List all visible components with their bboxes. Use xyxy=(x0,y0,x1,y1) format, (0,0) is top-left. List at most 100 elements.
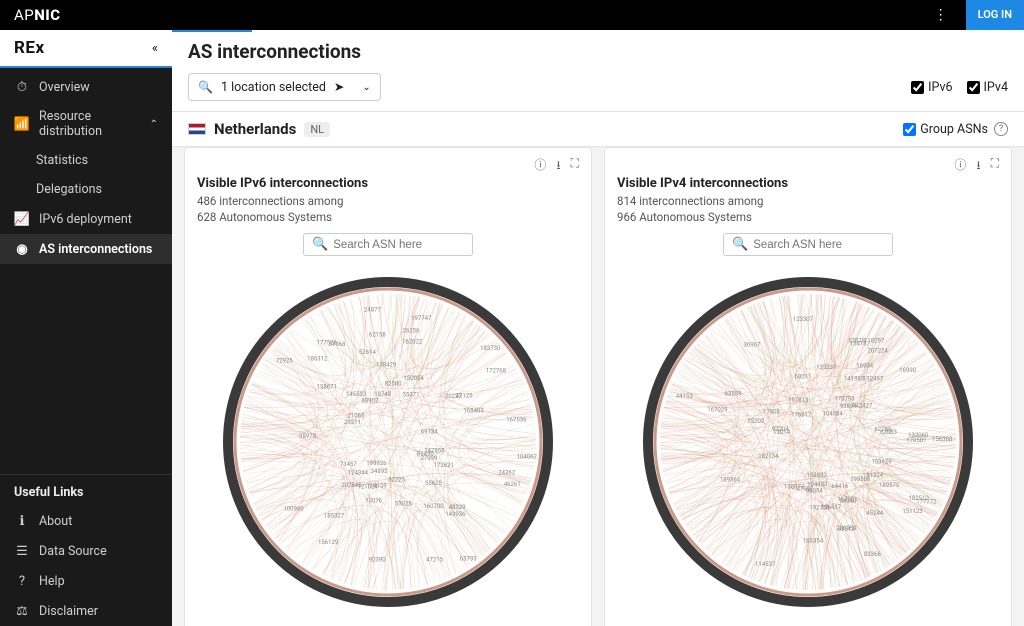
svg-text:162901: 162901 xyxy=(837,496,857,503)
chart-icon: 📶 xyxy=(14,116,30,132)
svg-text:62158: 62158 xyxy=(369,332,386,339)
svg-text:197747: 197747 xyxy=(411,315,432,322)
svg-text:197813: 197813 xyxy=(788,397,808,404)
svg-text:162022: 162022 xyxy=(402,339,423,346)
svg-text:196437: 196437 xyxy=(821,504,842,511)
database-icon: ☰ xyxy=(14,543,30,559)
link-label: Help xyxy=(39,574,65,589)
nav-overview[interactable]: ⏱ Overview xyxy=(0,72,172,102)
panel-meta-line: 814 interconnections among xyxy=(617,193,999,209)
info-icon: ℹ xyxy=(14,513,30,529)
svg-text:46261: 46261 xyxy=(504,481,521,488)
asn-search-v6[interactable]: 🔍 xyxy=(303,233,473,256)
sidebar: REx « ⏱ Overview 📶 Resource distribution… xyxy=(0,30,172,626)
svg-text:186312: 186312 xyxy=(307,356,328,363)
download-icon[interactable]: ⭳ xyxy=(976,156,980,174)
svg-text:207224: 207224 xyxy=(868,347,889,354)
link-data-source[interactable]: ☰Data Source xyxy=(0,536,172,566)
search-icon: 🔍 xyxy=(312,237,328,252)
svg-text:16934: 16934 xyxy=(856,363,873,370)
collapse-sidebar-icon[interactable]: « xyxy=(152,41,158,56)
svg-text:172768: 172768 xyxy=(486,368,507,375)
svg-text:45244: 45244 xyxy=(866,510,883,517)
svg-text:24362: 24362 xyxy=(498,470,515,477)
download-icon[interactable]: ⭳ xyxy=(556,156,560,174)
country-row: Netherlands NL Group ASNs ? xyxy=(172,112,1024,147)
ipv4-checkbox[interactable] xyxy=(967,81,980,94)
link-disclaimer[interactable]: ⚖Disclaimer xyxy=(0,596,172,626)
locate-icon: ➤ xyxy=(334,79,344,95)
svg-text:182510: 182510 xyxy=(909,495,930,502)
ipv4-toggle[interactable]: IPv4 xyxy=(967,80,1008,95)
ipv6-toggle[interactable]: IPv6 xyxy=(911,80,952,95)
svg-text:182134: 182134 xyxy=(758,453,779,460)
svg-text:153629: 153629 xyxy=(871,459,891,466)
svg-text:13076: 13076 xyxy=(365,498,382,505)
svg-text:168403: 168403 xyxy=(463,408,483,415)
link-help[interactable]: ? Help xyxy=(0,566,172,596)
nav-label: IPv6 deployment xyxy=(39,212,132,227)
help-icon[interactable]: ? xyxy=(994,122,1008,136)
fullscreen-icon[interactable]: ⛶ xyxy=(991,156,999,174)
svg-text:167029: 167029 xyxy=(707,407,727,414)
topbar: APNIC ⋮ LOG IN xyxy=(0,0,1024,30)
kebab-menu-icon[interactable]: ⋮ xyxy=(924,0,958,30)
svg-text:65793: 65793 xyxy=(460,556,477,563)
nav-label: Delegations xyxy=(36,182,102,197)
svg-text:36967: 36967 xyxy=(744,342,761,349)
svg-text:25203: 25203 xyxy=(747,418,764,425)
svg-text:160780: 160780 xyxy=(423,503,444,510)
link-label: About xyxy=(39,514,72,529)
info-icon[interactable]: ⓘ xyxy=(954,156,966,174)
ipv6-checkbox[interactable] xyxy=(911,81,924,94)
help-icon: ? xyxy=(14,573,30,589)
login-button[interactable]: LOG IN xyxy=(966,0,1024,30)
svg-text:93894: 93894 xyxy=(840,403,857,410)
svg-text:138429: 138429 xyxy=(376,362,396,369)
svg-text:82500: 82500 xyxy=(385,381,402,388)
svg-text:59513: 59513 xyxy=(838,526,855,533)
panel-ipv6: ⓘ ⭳ ⛶ Visible IPv6 interconnections 486 … xyxy=(184,147,592,626)
svg-text:199506: 199506 xyxy=(850,476,871,483)
info-icon[interactable]: ⓘ xyxy=(534,156,546,174)
chord-diagram-v6[interactable]: 7106514785813076150054421251726212487782… xyxy=(197,262,579,622)
asn-search-input[interactable] xyxy=(753,239,884,251)
panel-meta-line: 628 Autonomous Systems xyxy=(197,209,579,225)
nav-label: Statistics xyxy=(36,153,88,168)
country-code: NL xyxy=(304,122,330,137)
chevron-down-icon: ⌄ xyxy=(362,82,370,93)
nav-as-interconnections[interactable]: ◉ AS interconnections xyxy=(0,234,172,264)
brand-logo: APNIC xyxy=(14,6,61,24)
svg-text:138377: 138377 xyxy=(784,483,805,490)
nav-delegations[interactable]: Delegations xyxy=(0,175,172,204)
svg-text:154187: 154187 xyxy=(850,341,871,348)
location-selector[interactable]: 🔍 1 location selected ➤ ⌄ xyxy=(188,73,381,101)
chord-diagram-v4[interactable]: 1787981821346278510408418936420195925203… xyxy=(617,262,999,622)
link-about[interactable]: ℹ About xyxy=(0,506,172,536)
svg-text:143936: 143936 xyxy=(445,511,466,518)
svg-text:97204: 97204 xyxy=(772,426,789,433)
asn-search-input[interactable] xyxy=(333,239,464,251)
svg-text:16990: 16990 xyxy=(899,367,916,374)
country-name: Netherlands xyxy=(214,120,296,138)
svg-text:92390: 92390 xyxy=(369,557,386,564)
svg-text:135331: 135331 xyxy=(816,364,836,371)
nav-statistics[interactable]: Statistics xyxy=(0,146,172,175)
fullscreen-icon[interactable]: ⛶ xyxy=(571,156,579,174)
search-icon: 🔍 xyxy=(198,80,213,94)
svg-text:189575: 189575 xyxy=(879,482,900,489)
group-asns-toggle[interactable]: Group ASNs xyxy=(903,122,988,137)
svg-text:189364: 189364 xyxy=(720,477,741,484)
location-selector-label: 1 location selected xyxy=(221,80,326,95)
panel-meta-line: 486 interconnections among xyxy=(197,193,579,209)
svg-text:72925: 72925 xyxy=(276,358,293,365)
nav-resource-distribution[interactable]: 📶 Resource distribution ⌃ xyxy=(0,102,172,146)
nav-ipv6-deployment[interactable]: 📈 IPv6 deployment xyxy=(0,204,172,234)
svg-text:53028: 53028 xyxy=(395,501,412,508)
page-title: AS interconnections xyxy=(188,40,1008,63)
asn-search-v4[interactable]: 🔍 xyxy=(723,233,893,256)
svg-text:26256: 26256 xyxy=(403,328,420,335)
group-asns-checkbox[interactable] xyxy=(903,123,916,136)
nav-label: Resource distribution xyxy=(39,109,141,139)
svg-text:83366: 83366 xyxy=(864,551,881,558)
